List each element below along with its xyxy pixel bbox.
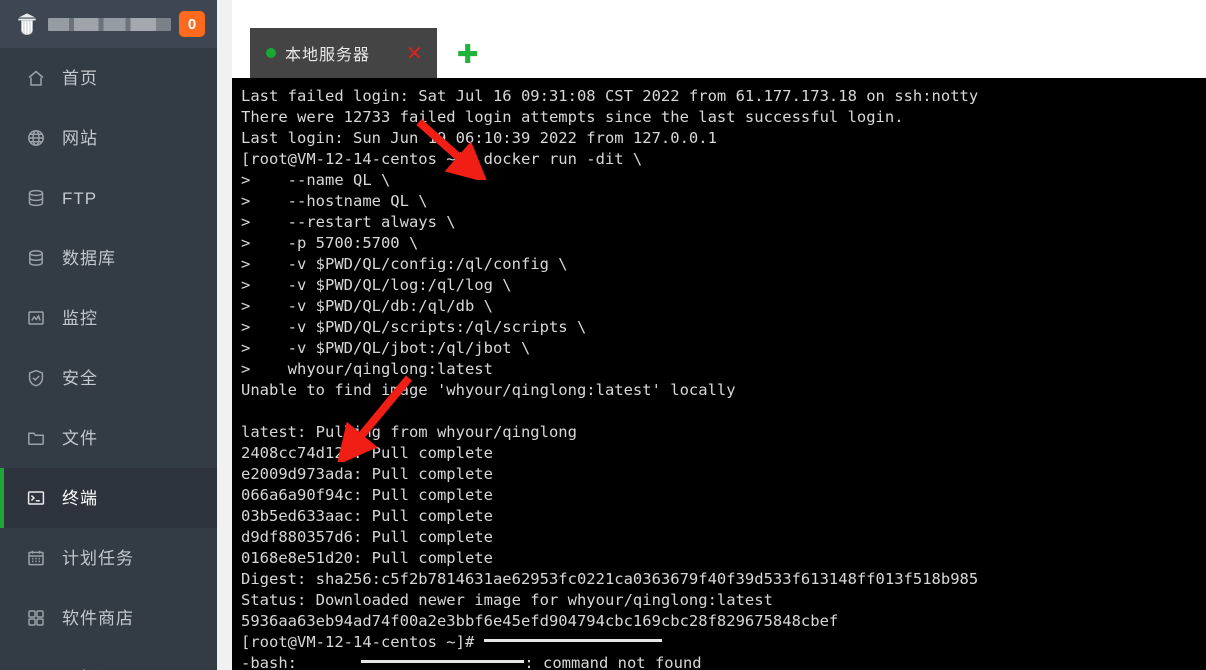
sidebar-item-1[interactable]: 首页	[0, 48, 217, 108]
sidebar-item-label: 计划任务	[62, 548, 134, 568]
terminal-prompt-line: [root@VM-12-14-centos ~]#	[241, 632, 1206, 653]
sidebar-item-label: 安全	[62, 368, 98, 388]
terminal-line: 2408cc74d12b: Pull complete	[241, 444, 493, 462]
sidebar-item-7[interactable]: 文件	[0, 408, 217, 468]
terminal-line: 0168e8e51d20: Pull complete	[241, 549, 493, 567]
terminal-line: d9df880357d6: Pull complete	[241, 528, 493, 546]
terminal-line: > whyour/qinglong:latest	[241, 360, 493, 378]
brand-name-redacted	[48, 17, 171, 31]
terminal-panel: 本地服务器 ✕ ✚ Last failed login: Sat Jul 16 …	[232, 0, 1206, 670]
terminal-line: > -v $PWD/QL/log:/ql/log \	[241, 276, 512, 294]
home-icon	[26, 68, 46, 88]
panel-app-root: 0 首页网站 FTP 数据库监控安全文件终端计划任务软件商店面板设置 本地服务器 ✕…	[0, 0, 1206, 670]
terminal-line: Status: Downloaded newer image for whyou…	[241, 591, 773, 609]
sidebar: 0 首页网站 FTP 数据库监控安全文件终端计划任务软件商店面板设置	[0, 0, 217, 670]
terminal-error-line: -bash: : command not found	[241, 653, 1206, 670]
monitor-icon	[26, 308, 46, 328]
sidebar-item-label: FTP	[62, 188, 98, 208]
terminal-output[interactable]: Last failed login: Sat Jul 16 09:31:08 C…	[232, 78, 1206, 670]
terminal-line: > --restart always \	[241, 213, 456, 231]
terminal-prompt-prefix: [root@VM-12-14-centos ~]#	[241, 633, 484, 651]
terminal-icon	[26, 488, 46, 508]
notification-badge[interactable]: 0	[179, 11, 205, 37]
terminal-line: There were 12733 failed login attempts s…	[241, 108, 904, 126]
sidebar-item-8[interactable]: 终端	[0, 468, 217, 528]
sidebar-item-label: 数据库	[62, 248, 116, 268]
sidebar-item-label: 终端	[62, 488, 98, 508]
terminal-line: > -p 5700:5700 \	[241, 234, 419, 252]
sidebar-item-9[interactable]: 计划任务	[0, 528, 217, 588]
shield-check-icon	[26, 368, 46, 388]
terminal-line: Unable to find image 'whyour/qinglong:la…	[241, 381, 736, 399]
terminal-error-suffix: : command not found	[524, 654, 702, 670]
add-tab-icon[interactable]: ✚	[457, 42, 479, 68]
terminal-error-prefix: -bash:	[241, 654, 307, 670]
terminal-line: > --hostname QL \	[241, 192, 428, 210]
terminal-line: latest: Pulling from whyour/qinglong	[241, 423, 577, 441]
terminal-tab-local-server[interactable]: 本地服务器 ✕	[250, 28, 437, 78]
terminal-line: > -v $PWD/QL/config:/ql/config \	[241, 255, 568, 273]
terminal-tab-label: 本地服务器	[285, 47, 371, 64]
shield-icon	[14, 11, 40, 37]
terminal-tabbar: 本地服务器 ✕ ✚	[232, 28, 1206, 78]
terminal-line: Last login: Sun Jun 19 06:10:39 2022 fro…	[241, 129, 717, 147]
terminal-line: Digest: sha256:c5f2b7814631ae62953fc0221…	[241, 570, 979, 588]
sidebar-item-4[interactable]: 数据库	[0, 228, 217, 288]
terminal-line: 5936aa63eb94ad74f00a2e3bbf6e45efd904794c…	[241, 612, 839, 630]
terminal-line: 03b5ed633aac: Pull complete	[241, 507, 493, 525]
sidebar-item-10[interactable]: 软件商店	[0, 588, 217, 648]
redacted-command-error	[361, 660, 525, 663]
close-icon[interactable]: ✕	[406, 43, 423, 63]
globe-icon	[26, 128, 46, 148]
green-dot-icon	[266, 48, 276, 58]
terminal-line: > -v $PWD/QL/db:/ql/db \	[241, 297, 493, 315]
main-content: 本地服务器 ✕ ✚ Last failed login: Sat Jul 16 …	[217, 0, 1206, 670]
sidebar-item-11[interactable]: 面板设置	[0, 648, 217, 670]
folder-icon	[26, 428, 46, 448]
sidebar-header: 0	[0, 0, 217, 48]
sidebar-item-6[interactable]: 安全	[0, 348, 217, 408]
grid-icon	[26, 608, 46, 628]
terminal-line: > --name QL \	[241, 171, 391, 189]
sidebar-menu: 首页网站 FTP 数据库监控安全文件终端计划任务软件商店面板设置	[0, 48, 217, 670]
terminal-line: 066a6a90f94c: Pull complete	[241, 486, 493, 504]
redacted-command	[483, 639, 662, 642]
calendar-icon	[26, 548, 46, 568]
sidebar-item-2[interactable]: 网站	[0, 108, 217, 168]
sidebar-item-label: 网站	[62, 128, 98, 148]
sidebar-item-5[interactable]: 监控	[0, 288, 217, 348]
terminal-line: Last failed login: Sat Jul 16 09:31:08 C…	[241, 87, 979, 105]
sidebar-item-label: 文件	[62, 428, 98, 448]
sidebar-item-label: 软件商店	[62, 608, 134, 628]
terminal-line: > -v $PWD/QL/jbot:/ql/jbot \	[241, 339, 531, 357]
terminal-line: [root@VM-12-14-centos ~]# docker run -di…	[241, 150, 643, 168]
terminal-line: e2009d973ada: Pull complete	[241, 465, 493, 483]
ftp-icon	[26, 188, 46, 208]
sidebar-item-label: 监控	[62, 308, 98, 328]
sidebar-item-label: 首页	[62, 68, 98, 88]
terminal-line: > -v $PWD/QL/scripts:/ql/scripts \	[241, 318, 587, 336]
sidebar-item-3[interactable]: FTP	[0, 168, 217, 228]
database-icon	[26, 248, 46, 268]
